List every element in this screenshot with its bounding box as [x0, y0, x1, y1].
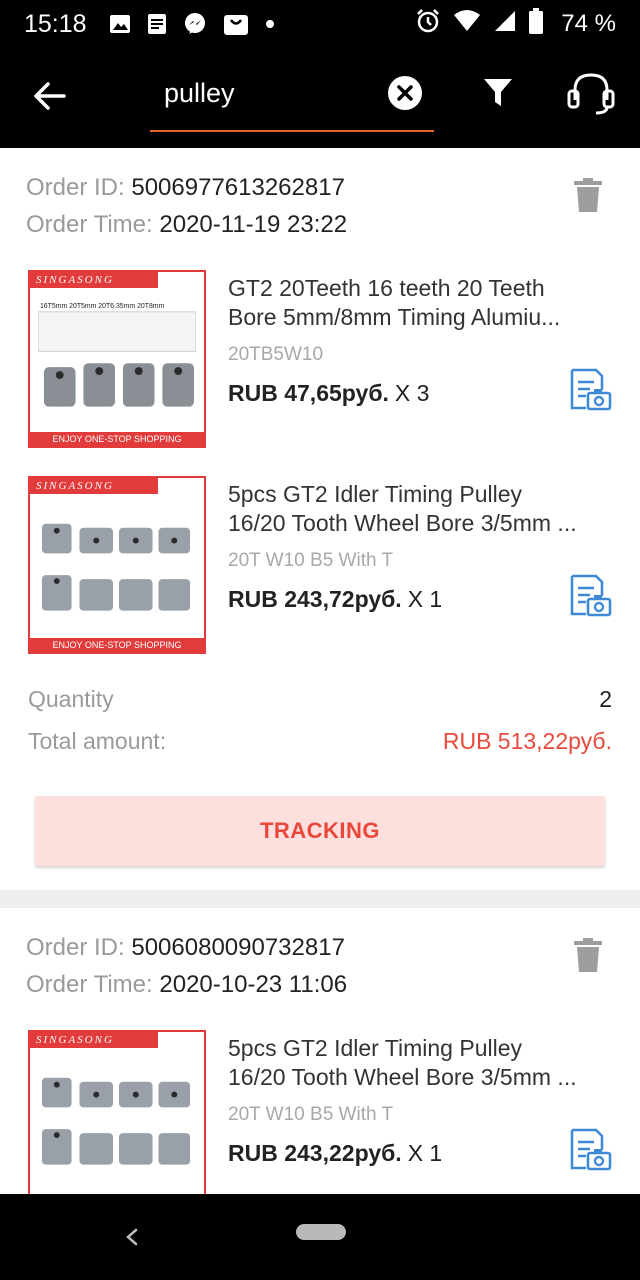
- customer-service-button[interactable]: [566, 72, 616, 116]
- tracking-button[interactable]: TRACKING: [35, 796, 605, 866]
- product-price-row: RUB 243,72руб. X 1: [228, 586, 442, 613]
- product-thumbnail[interactable]: SINGASONG 16T5mm 20T5mm 20T6.35mm 20T8mm…: [28, 270, 206, 448]
- product-qty: X 3: [394, 380, 430, 406]
- trash-icon[interactable]: [574, 938, 602, 972]
- image-icon: [109, 14, 131, 34]
- pulley-image: [41, 1077, 191, 1165]
- product-sku: 20T W10 B5 With T: [228, 1104, 394, 1125]
- document-icon: [147, 13, 167, 35]
- review-photo-icon[interactable]: [568, 368, 612, 412]
- total-label: Total amount:: [28, 728, 167, 754]
- order-id-value: 5006977613262817: [131, 174, 345, 201]
- nav-home-pill[interactable]: [296, 1224, 346, 1240]
- messenger-icon: [183, 12, 207, 36]
- order-time-value: 2020-10-23 11:06: [159, 971, 348, 998]
- product-thumbnail[interactable]: SINGASONG ENJOY ONE-STOP SHOPPING: [28, 476, 206, 654]
- total-row: Total amount: RUB 513,22руб.: [28, 728, 612, 755]
- back-button[interactable]: [28, 74, 72, 118]
- battery-percent: 74 %: [561, 10, 616, 37]
- filter-icon: [484, 79, 512, 106]
- shopping-bag-icon: [223, 12, 249, 36]
- total-value: RUB 513,22руб.: [442, 728, 612, 754]
- product-title-line2: 16/20 Tooth Wheel Bore 3/5mm ...: [228, 510, 577, 536]
- order-time-value: 2020-11-19 23:22: [159, 211, 348, 238]
- order-id-value: 5006080090732817: [131, 934, 345, 961]
- clear-search-button[interactable]: [388, 76, 422, 110]
- thumbnail-brand: SINGASONG: [30, 1032, 158, 1048]
- product-price: RUB 243,72руб.: [228, 586, 402, 612]
- system-nav-bar: [0, 1194, 640, 1280]
- quantity-row: Quantity 2: [28, 686, 612, 713]
- product-title[interactable]: 5pcs GT2 Idler Timing Pulley 16/20 Tooth…: [228, 1034, 606, 1092]
- product-price: RUB 243,22руб.: [228, 1140, 402, 1166]
- product-price: RUB 47,65руб.: [228, 380, 389, 406]
- product-sku: 20TB5W10: [228, 344, 324, 365]
- order-time-row: Order Time: 2020-11-19 23:22: [26, 211, 347, 239]
- nav-back-icon[interactable]: [118, 1222, 146, 1252]
- product-thumbnail[interactable]: SINGASONG: [28, 1030, 206, 1194]
- thumbnail-banner: ENJOY ONE-STOP SHOPPING: [30, 432, 204, 446]
- product-qty: X 1: [407, 1140, 443, 1166]
- alarm-icon: [415, 8, 441, 41]
- order-card: Order ID: 5006080090732817 Order Time: 2…: [0, 908, 640, 1194]
- status-bar: 15:18 74 %: [0, 0, 640, 48]
- product-title[interactable]: 5pcs GT2 Idler Timing Pulley 16/20 Tooth…: [228, 480, 606, 538]
- review-photo-icon[interactable]: [568, 1128, 612, 1172]
- product-sku: 20T W10 B5 With T: [228, 550, 394, 571]
- product-title-line2: 16/20 Tooth Wheel Bore 3/5mm ...: [228, 1064, 577, 1090]
- product-price-row: RUB 243,22руб. X 1: [228, 1140, 442, 1167]
- dot-icon: [265, 19, 275, 29]
- product-title-line1: 5pcs GT2 Idler Timing Pulley: [228, 481, 523, 507]
- product-price-row: RUB 47,65руб. X 3: [228, 380, 429, 407]
- order-time-label: Order Time:: [26, 971, 153, 998]
- order-id-label: Order ID:: [26, 934, 125, 961]
- thumbnail-brand: SINGASONG: [30, 272, 158, 288]
- order-card: Order ID: 5006977613262817 Order Time: 2…: [0, 148, 640, 890]
- product-title-line2: Bore 5mm/8mm Timing Alumiu...: [228, 304, 561, 330]
- signal-icon: [493, 9, 517, 40]
- clear-icon: [397, 85, 413, 101]
- filter-button[interactable]: [482, 76, 514, 110]
- search-input[interactable]: pulley: [164, 78, 235, 109]
- status-time: 15:18: [24, 9, 87, 38]
- order-item[interactable]: SINGASONG ENJOY ONE-STOP SHOPPING 5pcs G…: [0, 476, 640, 656]
- product-title-line1: 5pcs GT2 Idler Timing Pulley: [228, 1035, 523, 1061]
- order-time-label: Order Time:: [26, 211, 153, 238]
- quantity-value: 2: [599, 686, 612, 712]
- orders-list: Order ID: 5006977613262817 Order Time: 2…: [0, 148, 640, 1194]
- search-toolbar: pulley: [0, 48, 640, 148]
- pulley-image: [41, 523, 191, 611]
- customer-service-icon: [567, 73, 615, 115]
- svg-text:16T5mm 20T5mm 20T6.35mm 20T8: 16T5mm 20T5mm 20T6.35mm 20T8mm: [40, 303, 165, 310]
- review-photo-icon[interactable]: [568, 574, 612, 618]
- order-item[interactable]: SINGASONG 5pcs GT2 Idler Timing Pulley 1…: [0, 1030, 640, 1194]
- product-title[interactable]: GT2 20Teeth 16 teeth 20 Teeth Bore 5mm/8…: [228, 274, 606, 332]
- pulley-image: 16T5mm 20T5mm 20T6.35mm 20T8mm: [38, 303, 196, 407]
- order-item[interactable]: SINGASONG 16T5mm 20T5mm 20T6.35mm 20T8mm…: [0, 270, 640, 450]
- wifi-icon: [453, 9, 481, 40]
- thumbnail-banner: ENJOY ONE-STOP SHOPPING: [30, 638, 204, 652]
- trash-icon[interactable]: [574, 178, 602, 212]
- product-qty: X 1: [407, 586, 443, 612]
- quantity-label: Quantity: [28, 686, 114, 712]
- battery-icon: [529, 7, 544, 41]
- order-time-row: Order Time: 2020-10-23 11:06: [26, 971, 347, 999]
- order-id-row: Order ID: 5006977613262817: [26, 174, 345, 202]
- back-arrow-icon: [34, 82, 66, 110]
- order-id-row: Order ID: 5006080090732817: [26, 934, 345, 962]
- order-id-label: Order ID:: [26, 174, 125, 201]
- thumbnail-brand: SINGASONG: [30, 478, 158, 494]
- product-title-line1: GT2 20Teeth 16 teeth 20 Teeth: [228, 275, 545, 301]
